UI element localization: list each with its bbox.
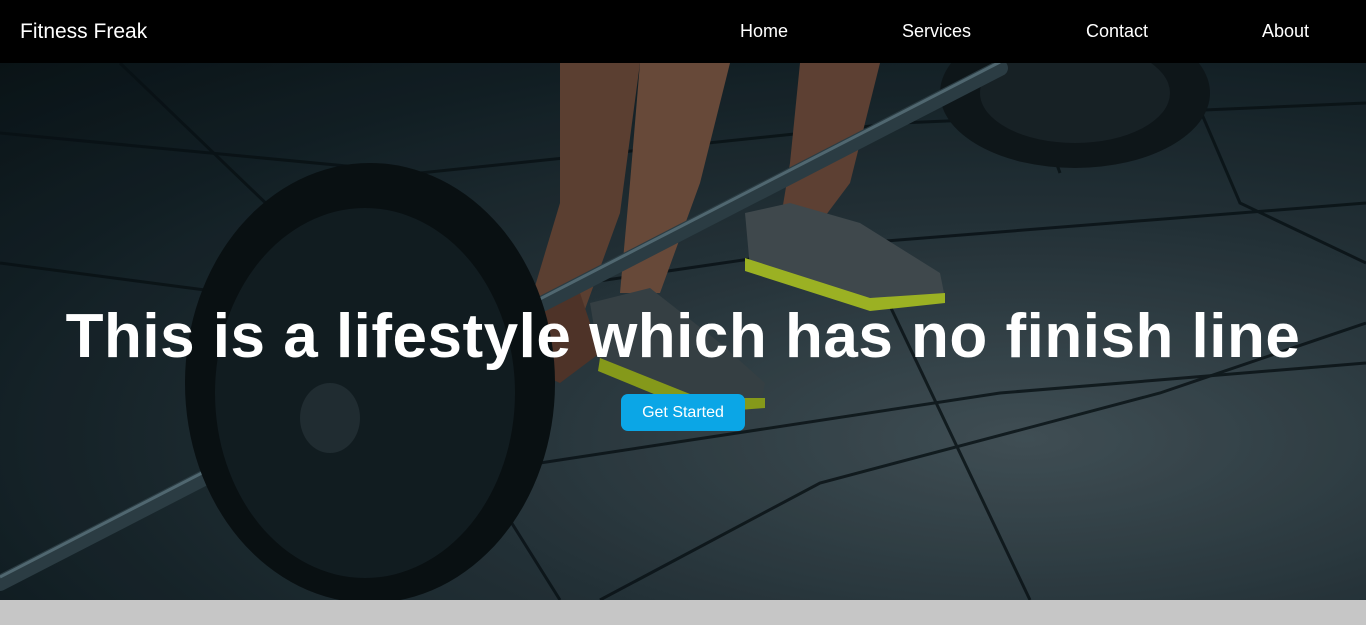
nav-link-home[interactable]: Home [740,20,788,42]
hero-headline: This is a lifestyle which has no finish … [65,302,1301,371]
nav-link-about[interactable]: About [1262,20,1309,42]
get-started-button[interactable]: Get Started [621,394,745,431]
top-navbar: Fitness Freak Home Services Contact Abou… [0,0,1366,63]
page-bottom-strip [0,600,1366,625]
nav-link-contact[interactable]: Contact [1086,20,1148,42]
hero-section: This is a lifestyle which has no finish … [0,63,1366,600]
brand-logo[interactable]: Fitness Freak [20,19,147,45]
nav-link-services[interactable]: Services [902,20,971,42]
